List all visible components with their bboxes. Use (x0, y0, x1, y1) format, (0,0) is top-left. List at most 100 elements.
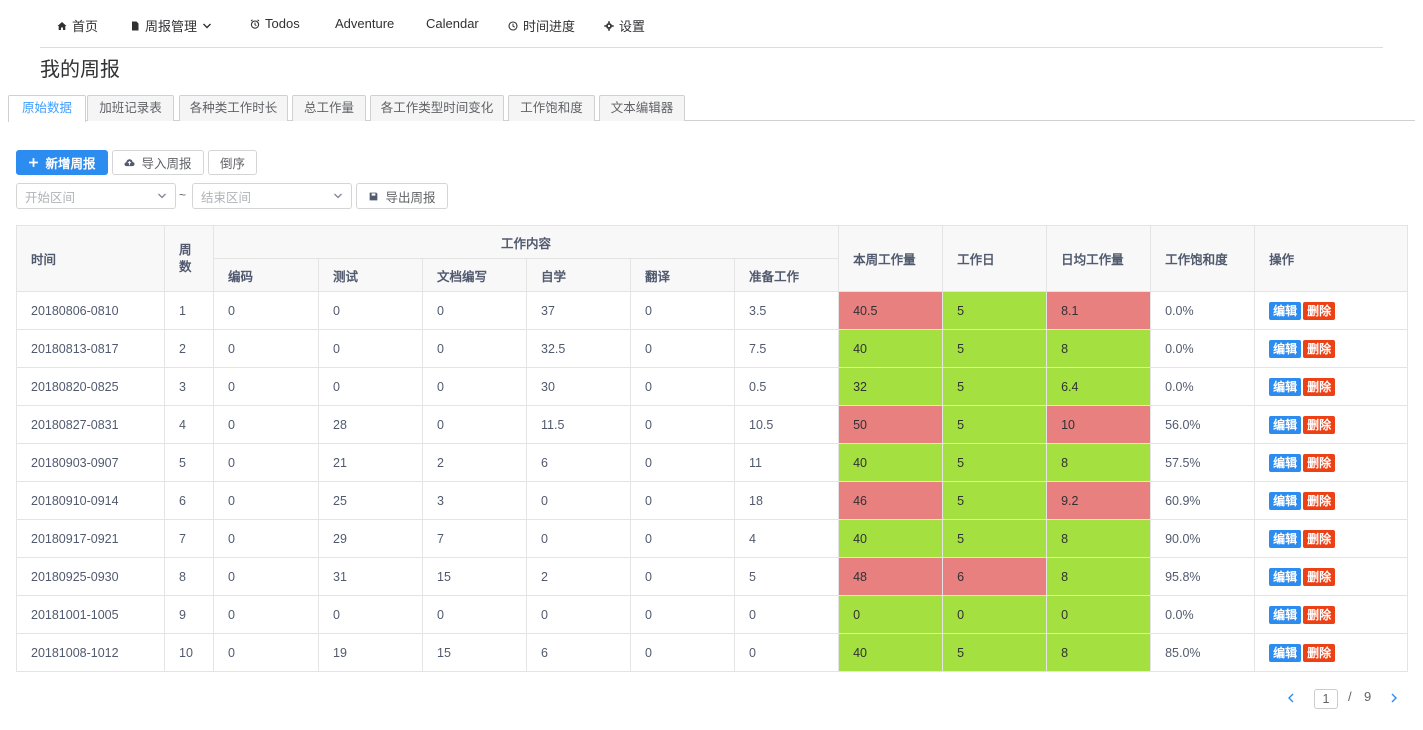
cell-saturation: 85.0% (1150, 633, 1256, 672)
cell-week: 5 (164, 443, 214, 482)
cell-docs: 2 (422, 443, 527, 482)
nav-settings[interactable]: 设置 (604, 16, 645, 35)
nav-home[interactable]: 首页 (57, 16, 98, 35)
edit-button[interactable]: 编辑 (1269, 491, 1302, 510)
cell-coding: 0 (213, 519, 319, 558)
cell-workdays: 5 (942, 291, 1048, 330)
edit-button[interactable]: 编辑 (1269, 529, 1302, 548)
cell-translation: 0 (630, 443, 735, 482)
tab-type-time-change[interactable]: 各工作类型时间变化 (370, 95, 504, 121)
import-report-button[interactable]: 导入周报 (112, 150, 204, 175)
delete-button[interactable]: 删除 (1303, 491, 1336, 510)
tab-bar: 原始数据 加班记录表 各种类工作时长 总工作量 各工作类型时间变化 工作饱和度 … (8, 95, 1415, 122)
cell-weekly-total: 48 (838, 557, 944, 596)
header-self-study: 自学 (526, 258, 631, 292)
add-report-button[interactable]: 新增周报 (16, 150, 108, 175)
prev-page-icon[interactable] (1286, 692, 1296, 704)
nav-todos[interactable]: Todos (250, 16, 300, 31)
cell-workdays: 6 (942, 557, 1048, 596)
table-row: 20180813-0817 2 0 0 0 32.5 0 7.5 40 5 8 0.0% 编辑 删除 (16, 329, 1409, 368)
reverse-order-label: 倒序 (219, 157, 245, 171)
cell-prep: 0 (733, 633, 840, 672)
delete-button[interactable]: 删除 (1303, 453, 1336, 472)
cell-daily-average: 8 (1046, 633, 1152, 672)
end-range-select[interactable]: 结束区间 (192, 183, 352, 209)
cell-testing: 21 (318, 443, 423, 482)
edit-button[interactable]: 编辑 (1269, 415, 1302, 434)
end-range-placeholder: 结束区间 (201, 190, 252, 205)
cell-saturation: 0.0% (1150, 595, 1256, 634)
delete-button[interactable]: 删除 (1303, 529, 1336, 548)
start-range-select[interactable]: 开始区间 (16, 183, 176, 209)
nav-time-progress[interactable]: 时间进度 (508, 16, 575, 35)
cell-prep: 3.5 (733, 291, 840, 330)
cell-time: 20181001-1005 (16, 595, 165, 634)
edit-button[interactable]: 编辑 (1269, 453, 1302, 472)
nav-calendar[interactable]: Calendar (426, 16, 479, 31)
delete-button[interactable]: 删除 (1303, 377, 1336, 396)
tab-text-editor[interactable]: 文本编辑器 (599, 95, 685, 121)
tab-work-duration-by-type[interactable]: 各种类工作时长 (179, 95, 288, 121)
tab-overtime-records[interactable]: 加班记录表 (87, 95, 174, 121)
edit-button[interactable]: 编辑 (1269, 643, 1302, 662)
import-report-label: 导入周报 (141, 157, 192, 171)
cell-time: 20180813-0817 (16, 329, 165, 368)
top-nav: 首页 周报管理 Todos Adventure Calendar 时间进度 设置 (40, 0, 1383, 48)
delete-button[interactable]: 删除 (1303, 339, 1336, 358)
cell-actions: 编辑 删除 (1254, 367, 1409, 406)
delete-button[interactable]: 删除 (1303, 415, 1336, 434)
reverse-order-button[interactable]: 倒序 (208, 150, 257, 175)
delete-button[interactable]: 删除 (1303, 643, 1336, 662)
home-icon (57, 21, 67, 30)
cell-week: 1 (164, 291, 214, 330)
export-report-label: 导出周报 (385, 190, 436, 205)
cell-self-study: 37 (526, 291, 631, 330)
edit-button[interactable]: 编辑 (1269, 377, 1302, 396)
cell-actions: 编辑 删除 (1254, 595, 1409, 634)
cell-time: 20180917-0921 (16, 519, 165, 558)
edit-button[interactable]: 编辑 (1269, 567, 1302, 586)
cell-prep: 18 (733, 481, 840, 520)
header-saturation: 工作饱和度 (1150, 225, 1256, 292)
nav-adventure[interactable]: Adventure (335, 16, 394, 31)
header-daily-average: 日均工作量 (1046, 225, 1152, 292)
cell-weekly-total: 32 (838, 367, 944, 406)
cell-daily-average: 8 (1046, 329, 1152, 368)
cell-week: 10 (164, 633, 214, 672)
cell-time: 20181008-1012 (16, 633, 165, 672)
alarm-clock-icon (250, 18, 260, 29)
nav-report-management[interactable]: 周报管理 (130, 16, 212, 35)
nav-home-label: 首页 (72, 19, 99, 34)
cell-actions: 编辑 删除 (1254, 405, 1409, 444)
cell-translation: 0 (630, 557, 735, 596)
header-translation: 翻译 (630, 258, 735, 292)
next-page-icon[interactable] (1389, 692, 1399, 704)
delete-button[interactable]: 删除 (1303, 301, 1336, 320)
tab-saturation[interactable]: 工作饱和度 (508, 95, 595, 121)
nav-adventure-label: Adventure (335, 16, 395, 31)
delete-button[interactable]: 删除 (1303, 567, 1336, 586)
current-page-input[interactable]: 1 (1314, 689, 1338, 709)
tab-raw-data[interactable]: 原始数据 (8, 95, 86, 122)
tab-total-workload[interactable]: 总工作量 (292, 95, 366, 121)
edit-button[interactable]: 编辑 (1269, 605, 1302, 624)
plus-icon (29, 158, 39, 167)
cell-self-study: 0 (526, 519, 631, 558)
cloud-upload-icon (124, 159, 136, 167)
edit-button[interactable]: 编辑 (1269, 301, 1302, 320)
cell-coding: 0 (213, 633, 319, 672)
header-week: 周数 (164, 225, 214, 292)
cell-translation: 0 (630, 481, 735, 520)
cell-testing: 0 (318, 595, 423, 634)
export-report-button[interactable]: 导出周报 (356, 183, 448, 209)
cell-testing: 0 (318, 291, 423, 330)
cell-prep: 0.5 (733, 367, 840, 406)
cell-time: 20180903-0907 (16, 443, 165, 482)
cell-saturation: 0.0% (1150, 291, 1256, 330)
table-row: 20180820-0825 3 0 0 0 30 0 0.5 32 5 6.4 0.0% 编辑 删除 (16, 367, 1409, 406)
edit-button[interactable]: 编辑 (1269, 339, 1302, 358)
delete-button[interactable]: 删除 (1303, 605, 1336, 624)
cell-workdays: 5 (942, 367, 1048, 406)
cell-time: 20180827-0831 (16, 405, 165, 444)
cell-prep: 11 (733, 443, 840, 482)
